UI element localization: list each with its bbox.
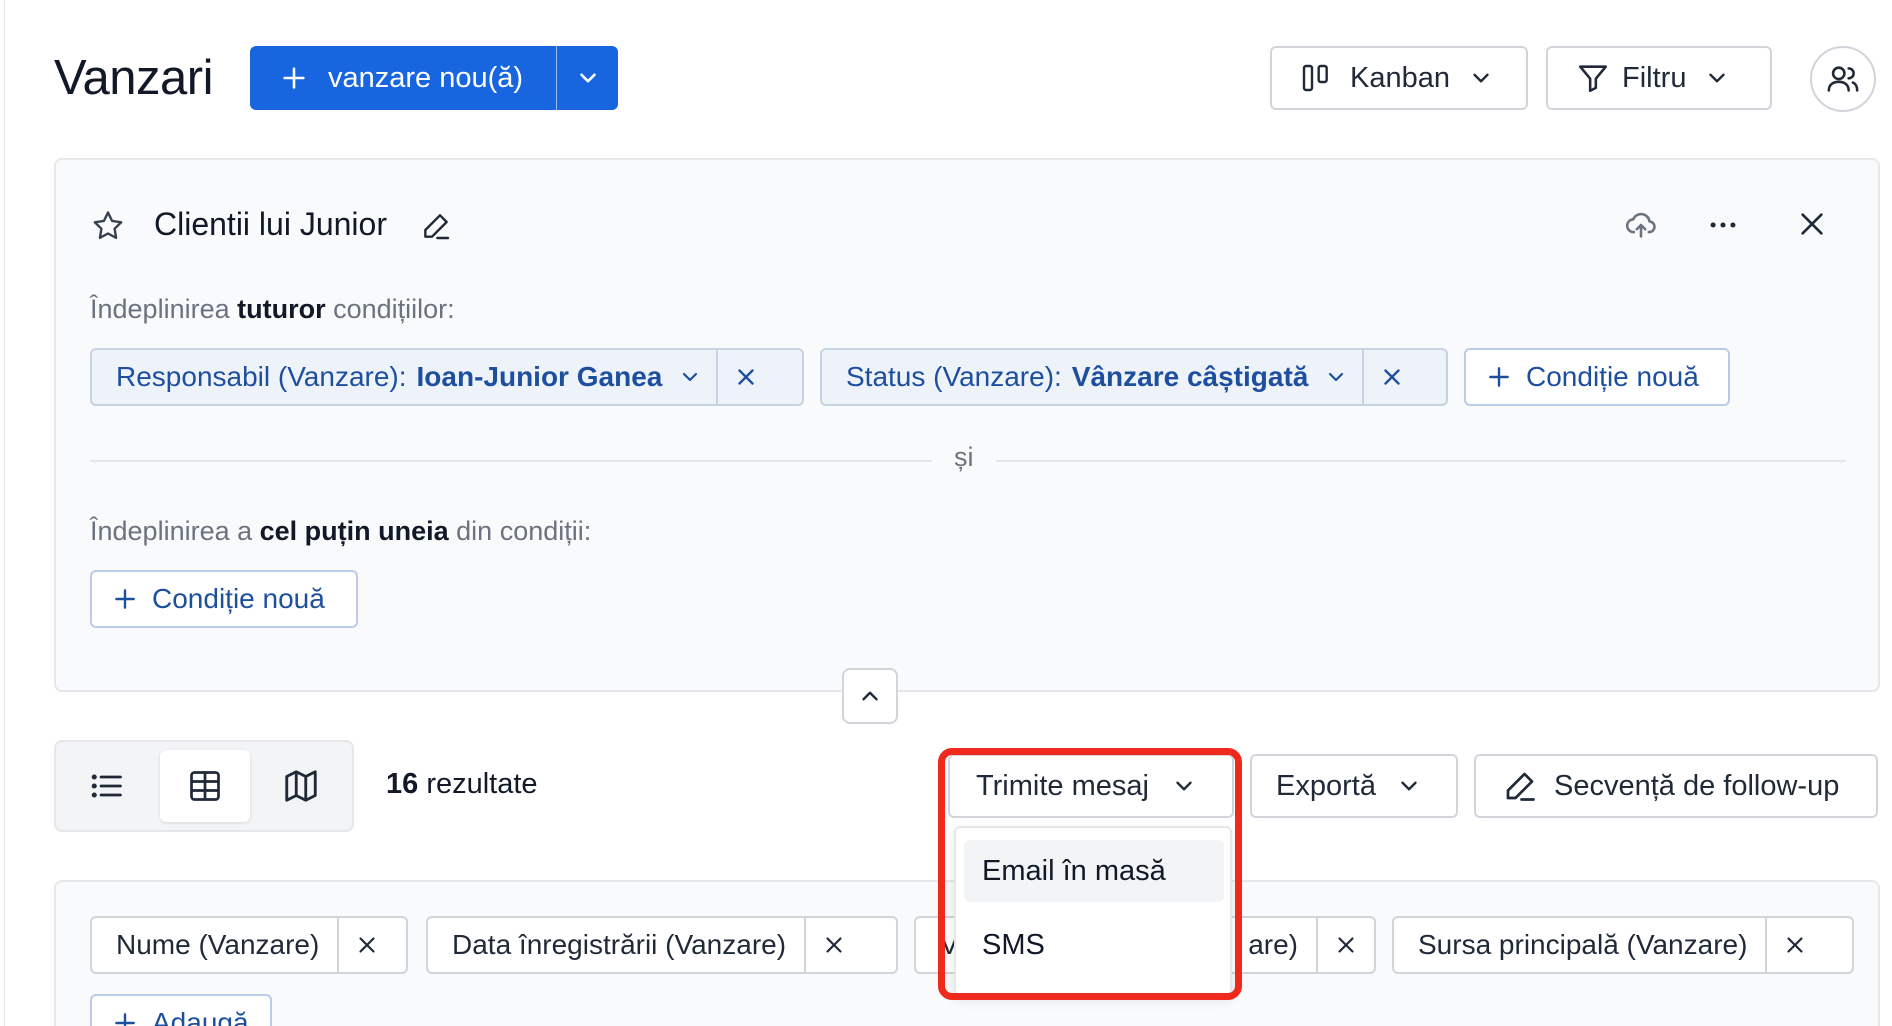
plus-icon (115, 1013, 135, 1026)
kanban-icon (1302, 64, 1328, 92)
close-icon (1787, 937, 1804, 953)
users-icon (1827, 66, 1859, 92)
column-chip-label[interactable]: Nume (Vanzare) (92, 929, 337, 961)
close-icon (1384, 369, 1401, 385)
favorite-button[interactable] (90, 208, 126, 249)
chevron-down-icon (1473, 73, 1489, 83)
divider-line (90, 460, 932, 462)
condition-chip-responsible: Responsabil (Vanzare): Ioan-Junior Ganea (90, 348, 804, 406)
close-icon (1801, 213, 1823, 235)
highlight-annotation (938, 748, 1242, 1000)
follow-up-sequence-button[interactable]: Secvență de follow-up (1474, 754, 1878, 818)
cloud-upload-icon (1625, 212, 1656, 238)
more-horizontal-icon (1710, 222, 1736, 228)
new-sale-button[interactable]: vanzare nou(ă) (250, 46, 556, 110)
close-filter-button[interactable] (1796, 208, 1828, 245)
condition-field: Responsabil (Vanzare): (116, 361, 407, 392)
remove-condition-button[interactable] (718, 350, 774, 404)
condition-chip-edit[interactable]: Responsabil (Vanzare): Ioan-Junior Ganea (92, 350, 716, 404)
remove-condition-button[interactable] (1364, 350, 1420, 404)
kanban-view-button[interactable]: Kanban (1270, 46, 1528, 110)
column-chip: Data înregistrării (Vanzare) (426, 916, 898, 974)
star-icon (93, 211, 123, 240)
remove-column-button[interactable] (1767, 918, 1823, 972)
add-column-button[interactable]: Adaugă (90, 994, 272, 1026)
add-condition-all-button[interactable]: Condiție nouă (1464, 348, 1730, 406)
filter-name: Clientii lui Junior (154, 206, 387, 242)
any-condition-label: Îndeplinirea a cel puțin uneia din condi… (90, 516, 591, 547)
plus-icon (283, 67, 305, 89)
table-icon (190, 771, 220, 801)
all-suffix: condițiilor: (325, 294, 455, 324)
all-prefix: Îndeplinirea (90, 294, 238, 324)
any-prefix: Îndeplinirea a (90, 516, 260, 546)
divider-line (996, 460, 1846, 462)
view-switcher (54, 740, 354, 832)
results-label: rezultate (418, 768, 538, 800)
chevron-down-icon (683, 372, 698, 382)
chevron-up-icon (862, 691, 878, 701)
pencil-icon (1506, 772, 1535, 801)
chevron-down-icon (1709, 73, 1726, 83)
results-number: 16 (386, 768, 419, 800)
column-chip: Nume (Vanzare) (90, 916, 408, 974)
kanban-label: Kanban (1350, 61, 1450, 94)
collapse-filter-button[interactable] (842, 668, 898, 724)
filter-icon (1578, 65, 1608, 93)
window-edge (4, 0, 5, 1026)
more-options-button[interactable] (1706, 208, 1740, 247)
new-sale-split-button: vanzare nou(ă) (250, 46, 618, 110)
any-suffix: din condiții: (448, 516, 592, 546)
app-root: Vanzari vanzare nou(ă) Kanban Filtru Cli… (0, 0, 1892, 1026)
chevron-down-icon (1401, 781, 1417, 791)
page-title: Vanzari (54, 51, 214, 105)
users-button[interactable] (1810, 46, 1876, 112)
column-chip: Sursa principală (Vanzare) (1392, 916, 1854, 974)
map-view-button[interactable] (256, 750, 346, 822)
chevron-down-icon (579, 73, 596, 83)
add-condition-label: Condiție nouă (152, 583, 325, 614)
new-sale-label: vanzare nou(ă) (328, 61, 524, 94)
chevron-down-icon (1329, 372, 1344, 382)
all-conditions-label: Îndeplinirea tuturor condițiilor: (90, 294, 455, 325)
pencil-icon (424, 214, 450, 240)
divider-label: și (954, 442, 974, 472)
column-chip-label[interactable]: Data înregistrării (Vanzare) (428, 929, 804, 961)
remove-column-button[interactable] (806, 918, 862, 972)
filter-label: Filtru (1622, 61, 1687, 94)
map-icon (285, 770, 317, 802)
condition-value: Vânzare câștigată (1071, 361, 1309, 392)
results-count: 16 rezultate (386, 768, 538, 801)
filter-panel: Clientii lui Junior Îndeplinirea tuturor… (54, 158, 1880, 724)
condition-field: Status (Vanzare): (846, 361, 1062, 392)
plus-icon (115, 589, 135, 609)
add-condition-label: Condiție nouă (1526, 361, 1699, 392)
add-condition-any-button[interactable]: Condiție nouă (90, 570, 358, 628)
plus-icon (1489, 367, 1509, 387)
condition-chip-edit[interactable]: Status (Vanzare): Vânzare câștigată (822, 350, 1362, 404)
close-icon (738, 369, 755, 385)
add-column-label: Adaugă (152, 1007, 249, 1026)
column-chip-label[interactable]: Sursa principală (Vanzare) (1394, 929, 1765, 961)
any-bold: cel puțin uneia (259, 516, 449, 546)
new-sale-options-button[interactable] (557, 46, 618, 110)
list-icon (91, 774, 122, 798)
condition-value: Ioan-Junior Ganea (416, 361, 663, 392)
follow-up-sequence-label: Secvență de follow-up (1554, 769, 1840, 802)
column-chip-label-end: are) (1248, 929, 1298, 960)
rename-filter-button[interactable] (420, 210, 452, 247)
filter-button[interactable]: Filtru (1546, 46, 1772, 110)
save-filter-button[interactable] (1624, 208, 1658, 247)
list-view-button[interactable] (62, 750, 152, 822)
all-bold: tuturor (237, 294, 326, 324)
close-icon (1338, 937, 1354, 953)
close-icon (359, 937, 375, 953)
export-button[interactable]: Exportă (1250, 754, 1458, 818)
remove-column-button[interactable] (1318, 918, 1374, 972)
condition-chip-status: Status (Vanzare): Vânzare câștigată (820, 348, 1448, 406)
remove-column-button[interactable] (339, 918, 395, 972)
table-view-button[interactable] (160, 750, 250, 822)
export-label: Exportă (1276, 769, 1376, 802)
close-icon (826, 937, 842, 953)
